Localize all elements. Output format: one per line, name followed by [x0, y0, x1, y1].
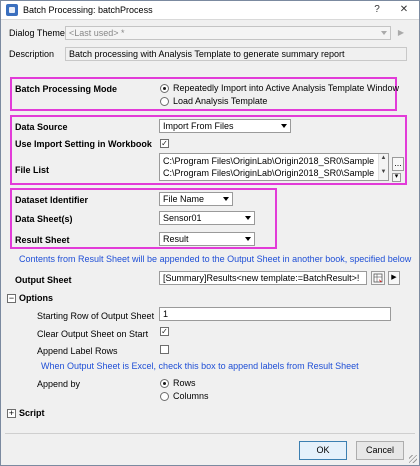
- chevron-right-icon[interactable]: ▶: [395, 26, 407, 40]
- result-sheet-label: Result Sheet: [15, 235, 70, 245]
- chevron-down-icon: [381, 31, 387, 35]
- data-sheets-label: Data Sheet(s): [15, 214, 73, 224]
- description-label: Description: [9, 49, 55, 59]
- output-sheet-field[interactable]: [Summary]Results<new template:=BatchResu…: [159, 271, 367, 285]
- file-list-box[interactable]: C:\Program Files\OriginLab\Origin2018_SR…: [159, 153, 389, 181]
- options-collapse-toggle[interactable]: −: [7, 294, 16, 303]
- use-import-setting-checkbox[interactable]: ✓: [160, 139, 169, 148]
- clear-output-checkbox[interactable]: ✓: [160, 327, 169, 336]
- dataset-identifier-label: Dataset Identifier: [15, 195, 89, 205]
- append-by-rows-label[interactable]: Rows: [173, 378, 196, 388]
- chevron-down-icon: [245, 216, 251, 220]
- result-sheet-combo[interactable]: Result: [159, 232, 255, 246]
- mode-option-repeat-import[interactable]: Repeatedly Import into Active Analysis T…: [173, 83, 399, 93]
- append-by-rows-radio[interactable]: [160, 379, 169, 388]
- app-icon: [6, 4, 18, 16]
- chevron-down-icon: [281, 124, 287, 128]
- file-list-scrollbar[interactable]: ▲ ▼: [378, 154, 388, 180]
- ok-button[interactable]: OK: [299, 441, 347, 460]
- options-section-label[interactable]: Options: [19, 293, 53, 303]
- batch-processing-dialog: Batch Processing: batchProcess ? ✕ Dialo…: [0, 0, 420, 466]
- chevron-down-icon: [245, 237, 251, 241]
- use-import-setting-label: Use Import Setting in Workbook: [15, 139, 152, 149]
- starting-row-label: Starting Row of Output Sheet: [37, 311, 155, 321]
- chevron-down-icon: [223, 197, 229, 201]
- append-label-rows-label: Append Label Rows: [37, 346, 118, 356]
- data-source-value: Import From Files: [163, 121, 234, 131]
- description-field: Batch processing with Analysis Template …: [65, 47, 407, 61]
- browse-files-button[interactable]: ...: [392, 157, 404, 171]
- file-list-item[interactable]: C:\Program Files\OriginLab\Origin2018_SR…: [163, 168, 374, 178]
- data-sheets-combo[interactable]: Sensor01: [159, 211, 255, 225]
- data-source-label: Data Source: [15, 122, 68, 132]
- append-by-columns-label[interactable]: Columns: [173, 391, 209, 401]
- data-sheets-value: Sensor01: [163, 213, 202, 223]
- select-sheet-icon[interactable]: [371, 271, 385, 285]
- close-button[interactable]: ✕: [392, 3, 416, 17]
- clear-output-label: Clear Output Sheet on Start: [37, 329, 149, 339]
- file-list-expand-button[interactable]: ▾: [392, 173, 401, 182]
- append-label-rows-checkbox[interactable]: [160, 345, 169, 354]
- scroll-down-icon[interactable]: ▼: [379, 169, 388, 175]
- mode-radio-repeat-import[interactable]: [160, 84, 169, 93]
- file-list-label: File List: [15, 165, 50, 175]
- window-title: Batch Processing: batchProcess: [23, 5, 153, 15]
- title-bar[interactable]: Batch Processing: batchProcess ? ✕: [1, 1, 419, 20]
- mode-label: Batch Processing Mode: [15, 84, 118, 94]
- dialog-theme-label: Dialog Theme: [9, 28, 65, 38]
- help-button[interactable]: ?: [365, 3, 389, 17]
- mode-radio-load-template[interactable]: [160, 97, 169, 106]
- dialog-theme-combo[interactable]: <Last used> *: [65, 26, 391, 40]
- append-by-columns-radio[interactable]: [160, 392, 169, 401]
- result-sheet-value: Result: [163, 234, 189, 244]
- file-list-item[interactable]: C:\Program Files\OriginLab\Origin2018_SR…: [163, 156, 374, 166]
- scroll-up-icon[interactable]: ▲: [379, 155, 388, 161]
- excel-append-info: When Output Sheet is Excel, check this b…: [41, 361, 359, 371]
- script-expand-toggle[interactable]: +: [7, 409, 16, 418]
- resize-grip-icon[interactable]: [409, 455, 417, 463]
- result-append-info: Contents from Result Sheet will be appen…: [19, 254, 412, 264]
- script-section-label[interactable]: Script: [19, 408, 45, 418]
- bottom-divider: [5, 433, 415, 434]
- dialog-theme-value: <Last used> *: [69, 28, 125, 38]
- dataset-identifier-combo[interactable]: File Name: [159, 192, 233, 206]
- output-sheet-label: Output Sheet: [15, 275, 72, 285]
- output-sheet-menu-button[interactable]: ▶: [388, 271, 400, 285]
- dataset-identifier-value: File Name: [163, 194, 205, 204]
- cancel-button[interactable]: Cancel: [356, 441, 404, 460]
- mode-option-load-template[interactable]: Load Analysis Template: [173, 96, 267, 106]
- starting-row-field[interactable]: 1: [159, 307, 391, 321]
- append-by-label: Append by: [37, 379, 81, 389]
- data-source-combo[interactable]: Import From Files: [159, 119, 291, 133]
